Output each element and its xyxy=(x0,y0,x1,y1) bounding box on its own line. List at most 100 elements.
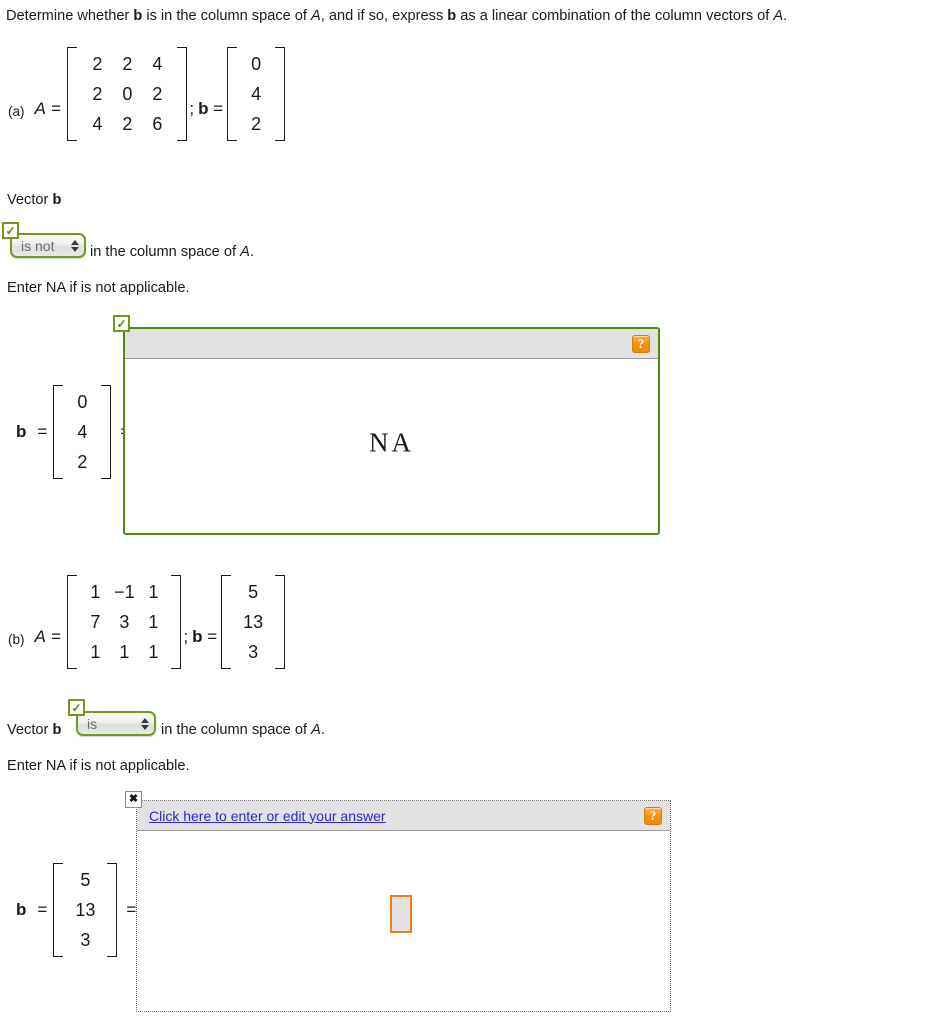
problem-a-vector-symbol: b = xyxy=(198,99,224,118)
bracket-left xyxy=(227,47,238,141)
cell: 7 xyxy=(90,612,101,632)
bracket-left xyxy=(53,863,64,957)
statement-period: . xyxy=(320,722,325,738)
statement-vector-b: b xyxy=(52,192,62,208)
bracket-right xyxy=(101,385,112,479)
statement-suffix: in the column space of xyxy=(161,722,308,738)
problem-a-statement-heading: Vector b xyxy=(7,192,61,208)
cell: 0 xyxy=(77,392,88,412)
problem-b-statement-tail: in the column space of A. xyxy=(161,722,325,738)
answer-box-a[interactable]: ? NA xyxy=(123,327,660,535)
status-badge-answer-b: ✖ xyxy=(125,791,142,808)
bracket-right xyxy=(177,47,188,141)
cell: 2 xyxy=(77,452,88,472)
prompt-text-4: as a linear combination of the column ve… xyxy=(456,8,774,24)
problem-b-label: (b) xyxy=(8,632,25,647)
answer-vector-cells: 5 13 3 xyxy=(63,863,107,957)
cell: 1 xyxy=(148,582,159,602)
cell: 3 xyxy=(80,930,91,950)
answer-lead-b: b xyxy=(16,900,27,919)
bracket-right xyxy=(171,575,182,669)
bracket-left xyxy=(53,385,64,479)
prompt-text-5: . xyxy=(783,8,788,24)
cell: 6 xyxy=(152,114,163,134)
status-badge-answer-a: ✓ xyxy=(113,315,130,332)
close-icon: ✖ xyxy=(128,793,139,805)
problem-b-hint: Enter NA if is not applicable. xyxy=(7,758,190,774)
prompt-text-3: , and if so, express xyxy=(320,8,448,24)
answer-equals-2: = xyxy=(126,900,137,919)
statement-prefix: Vector xyxy=(7,192,49,208)
cell: 2 xyxy=(92,54,103,74)
answer-equals-1: = xyxy=(37,900,48,919)
cell: 3 xyxy=(248,642,259,662)
problem-a-matrix-symbol: A = xyxy=(34,99,62,118)
cell: 4 xyxy=(77,422,88,442)
column-space-select-b[interactable]: is xyxy=(76,711,156,736)
cell: 2 xyxy=(122,114,133,134)
page-title: Determine whether b is in the column spa… xyxy=(6,7,922,26)
problem-b-answer-lead: b = 5 13 3 = xyxy=(16,863,136,957)
problem-a-hint: Enter NA if is not applicable. xyxy=(7,280,190,296)
cell: 4 xyxy=(92,114,103,134)
column-space-select-a[interactable]: is not xyxy=(10,233,86,258)
prompt-matrix-a-2: A xyxy=(773,8,784,24)
help-icon-a[interactable]: ? xyxy=(632,334,650,353)
edit-answer-link-b[interactable]: Click here to enter or edit your answer xyxy=(149,808,386,824)
answer-body-b xyxy=(137,831,670,1011)
answer-box-b[interactable]: Click here to enter or edit your answer … xyxy=(136,800,671,1012)
bracket-left xyxy=(67,47,78,141)
statement-matrix-a: A xyxy=(311,722,321,738)
cell: 5 xyxy=(248,582,259,602)
prompt-vector-b-1: b xyxy=(133,8,143,24)
answer-lead-b: b xyxy=(16,422,27,441)
matrix-a-cells: 2 2 4 2 0 2 4 2 6 xyxy=(77,47,177,141)
cell: 2 xyxy=(122,54,133,74)
problem-b-equation: (b) A = 1 −1 1 7 3 1 1 1 1 ; b = 5 13 3 xyxy=(8,575,286,669)
check-icon: ✓ xyxy=(71,700,82,715)
prompt-vector-b-2: b xyxy=(447,8,457,24)
answer-toolbar-a: ? xyxy=(125,329,658,359)
chevron-updown-icon xyxy=(139,717,150,730)
bracket-right xyxy=(107,863,118,957)
answer-vector-cells: 0 4 2 xyxy=(63,385,101,479)
problem-a-answer-lead: b = 0 4 2 = xyxy=(16,385,130,479)
status-badge-correct-b: ✓ xyxy=(68,699,85,716)
cell: 0 xyxy=(251,54,262,74)
cell: 4 xyxy=(251,84,262,104)
cell: 1 xyxy=(148,642,159,662)
problem-a-label: (a) xyxy=(8,104,25,119)
answer-vector-a: 0 4 2 xyxy=(53,385,112,479)
prompt-matrix-a-1: A xyxy=(311,8,321,24)
problem-b-matrix: 1 −1 1 7 3 1 1 1 1 xyxy=(67,575,182,669)
column-space-select-b-wrap: is xyxy=(76,711,156,736)
cell: 2 xyxy=(251,114,262,134)
bracket-right xyxy=(275,575,286,669)
answer-equals-1: = xyxy=(37,422,48,441)
bracket-right xyxy=(275,47,286,141)
column-space-select-a-wrap: is not xyxy=(10,233,86,258)
matrix-b-cells: 1 −1 1 7 3 1 1 1 1 xyxy=(77,575,171,669)
cell: 13 xyxy=(243,612,264,632)
cell: 2 xyxy=(92,84,103,104)
answer-input-slot-b[interactable] xyxy=(390,895,412,933)
answer-content-a: NA xyxy=(369,427,414,458)
chevron-updown-icon xyxy=(69,239,80,252)
statement-vector-b: b xyxy=(52,722,62,738)
problem-a-matrix: 2 2 4 2 0 2 4 2 6 xyxy=(67,47,188,141)
problem-b-matrix-symbol: A = xyxy=(34,627,62,646)
cell: 3 xyxy=(119,612,130,632)
problem-a-statement-tail: in the column space of A. xyxy=(90,244,254,260)
select-value-b: is xyxy=(87,715,98,732)
problem-b-separator: ; xyxy=(183,627,189,646)
cell: −1 xyxy=(114,582,135,602)
bracket-left xyxy=(67,575,78,669)
problem-a-separator: ; xyxy=(189,99,195,118)
help-icon-b[interactable]: ? xyxy=(644,806,662,825)
problem-b-vector-symbol: b = xyxy=(192,627,218,646)
answer-vector-b: 5 13 3 xyxy=(53,863,118,957)
prompt-text-2: is in the column space of xyxy=(142,8,312,24)
cell: 13 xyxy=(75,900,96,920)
problem-b-vector: 5 13 3 xyxy=(221,575,286,669)
problem-a-equation: (a) A = 2 2 4 2 0 2 4 2 6 ; b = 0 4 2 xyxy=(8,47,286,141)
